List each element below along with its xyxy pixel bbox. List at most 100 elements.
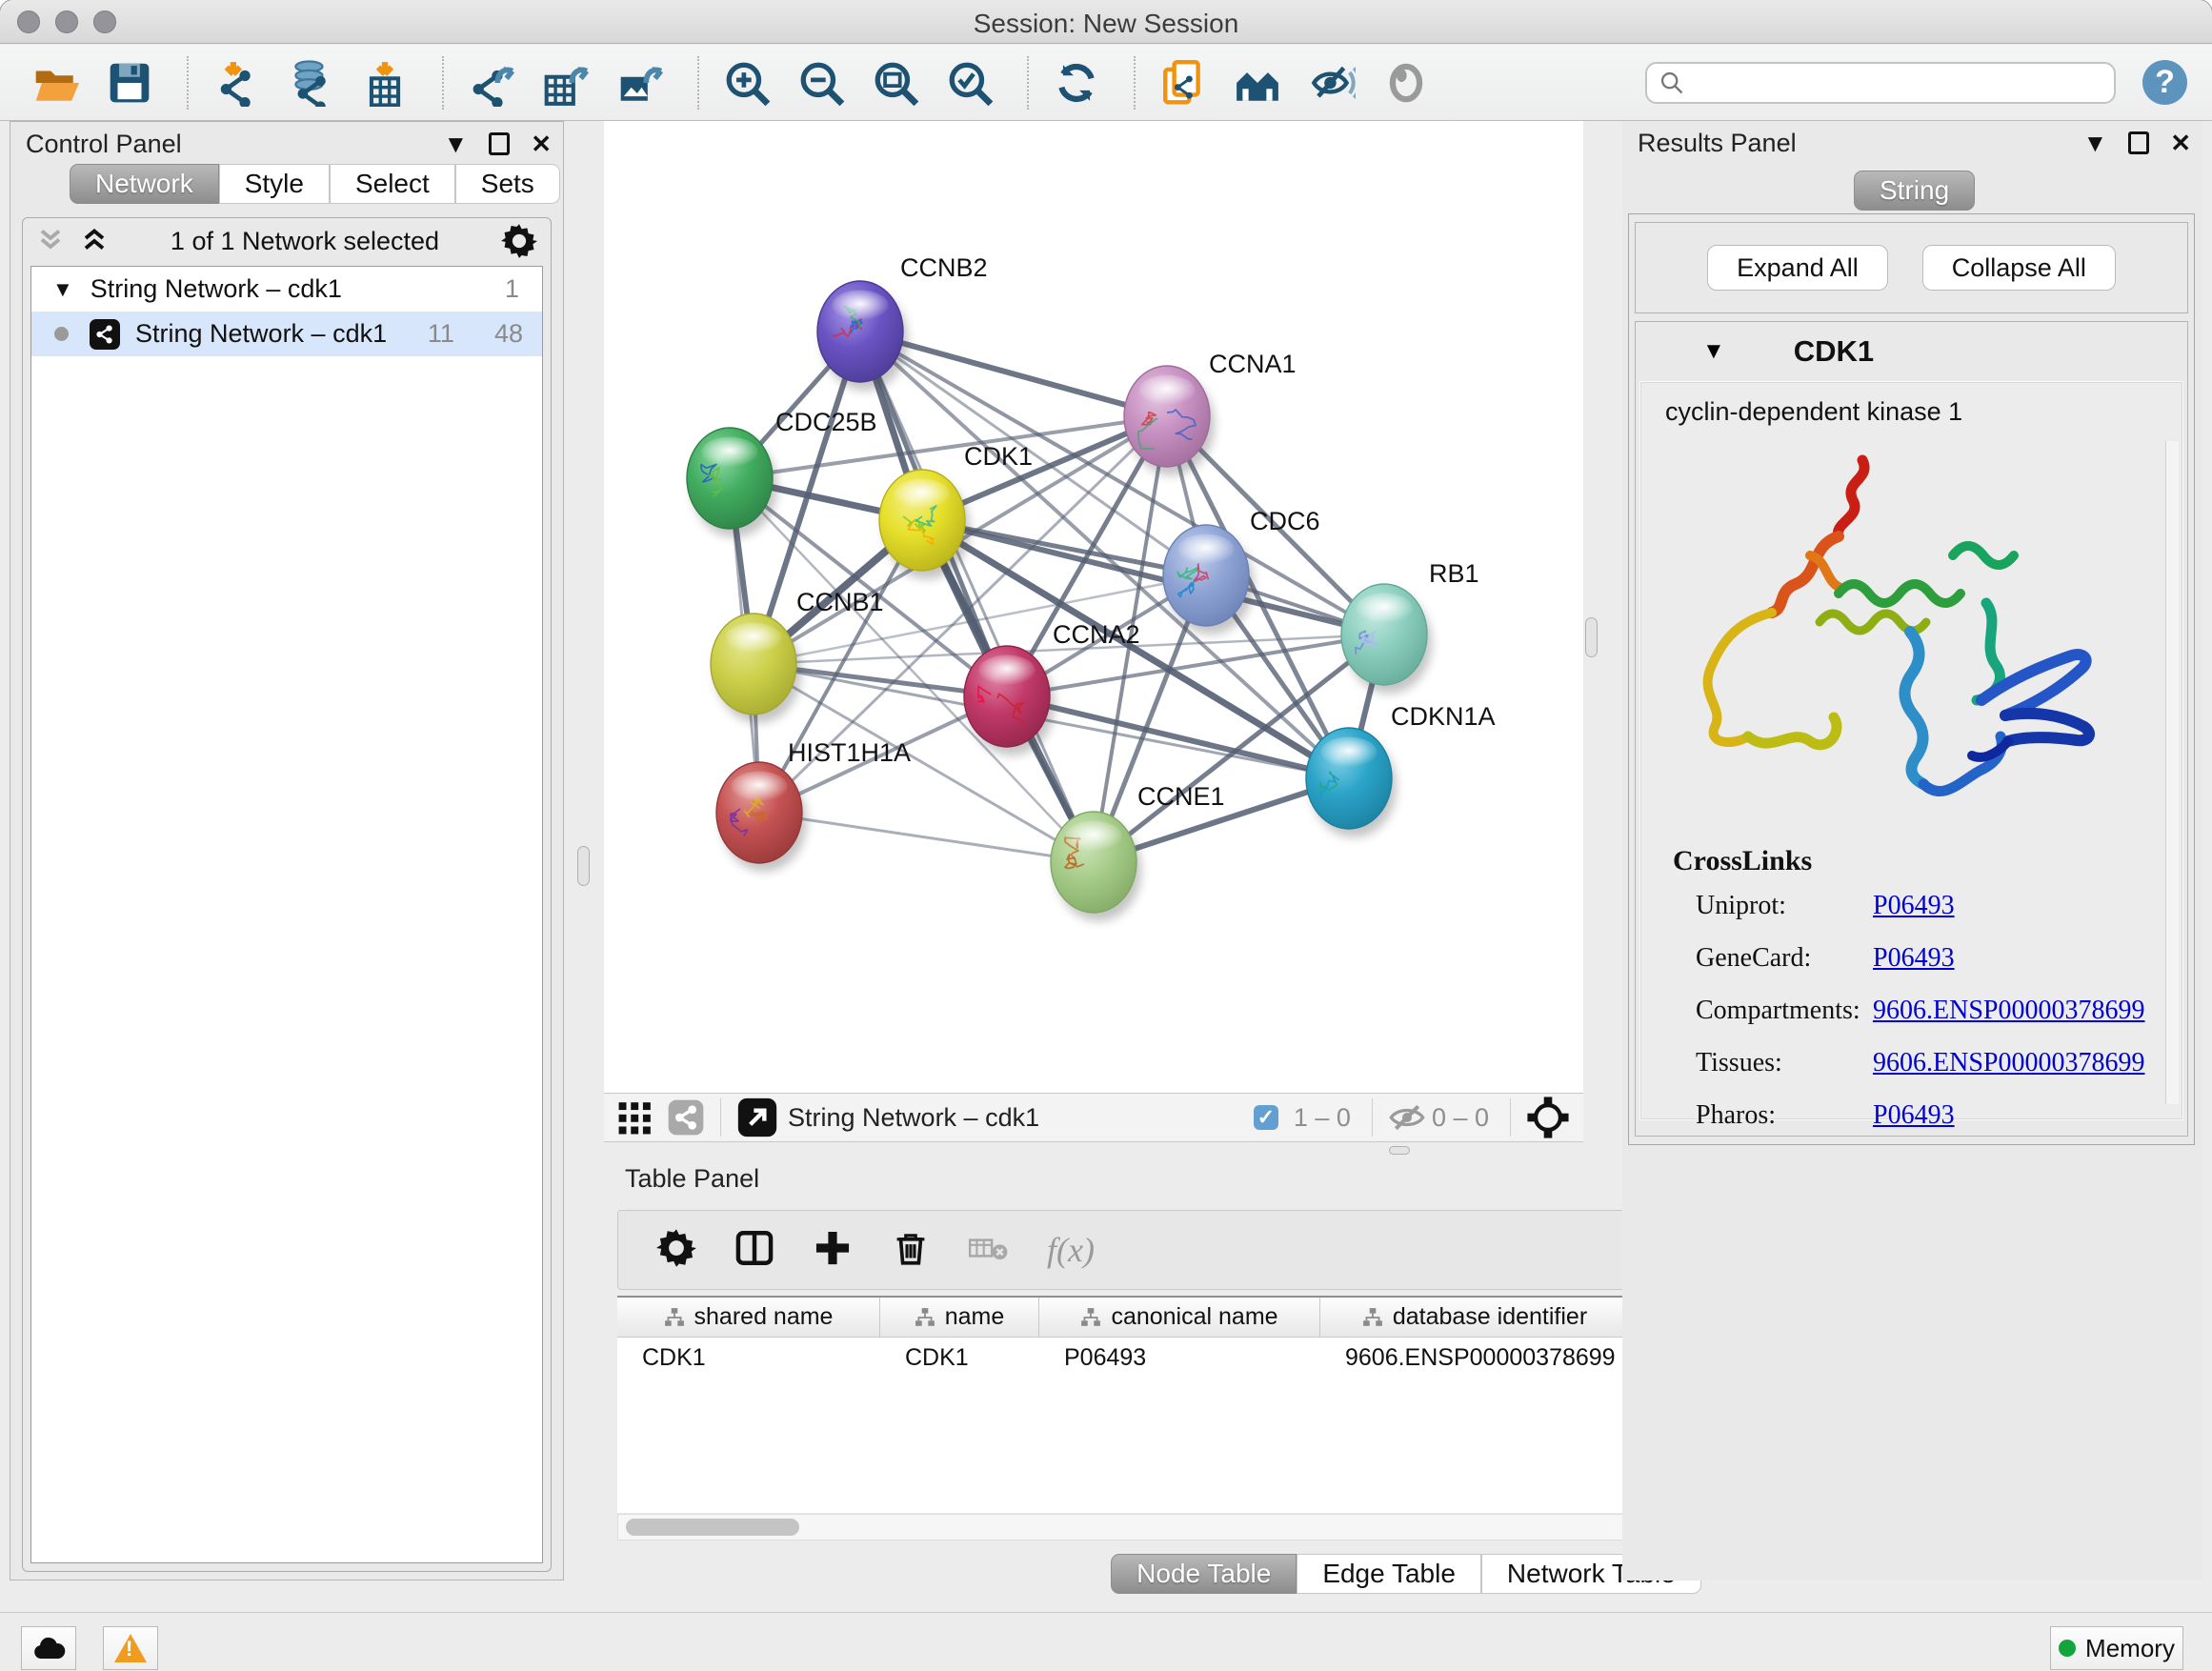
node-label-cdc6: CDC6 bbox=[1250, 507, 1320, 535]
node-gloss bbox=[731, 772, 787, 802]
column-header-canonical-name[interactable]: canonical name bbox=[1039, 1298, 1320, 1338]
table-settings-gear-icon[interactable] bbox=[656, 1228, 696, 1273]
tab-network[interactable]: Network bbox=[70, 164, 219, 204]
collapse-all-button[interactable]: Collapse All bbox=[1922, 245, 2116, 291]
table-cell[interactable]: CDK1 bbox=[880, 1338, 1039, 1378]
hide-selected-button[interactable] bbox=[1305, 55, 1358, 111]
tab-select[interactable]: Select bbox=[330, 164, 455, 204]
zoom-out-button[interactable] bbox=[794, 55, 848, 111]
memory-button[interactable]: Memory bbox=[2050, 1626, 2183, 1670]
panel-float-icon[interactable] bbox=[489, 132, 510, 155]
warning-button[interactable] bbox=[103, 1626, 158, 1670]
column-header-database-identifier[interactable]: database identifier bbox=[1320, 1298, 1630, 1338]
table-cell[interactable]: CDK1 bbox=[617, 1338, 880, 1378]
select-columns-icon[interactable] bbox=[734, 1228, 774, 1273]
show-all-button[interactable] bbox=[1379, 55, 1433, 111]
crosslink-link[interactable]: 9606.ENSP00000378699 bbox=[1873, 996, 2144, 1026]
zoom-selected-button[interactable] bbox=[943, 55, 996, 111]
expand-all-icon[interactable] bbox=[80, 225, 109, 257]
collapse-all-icon[interactable] bbox=[36, 225, 65, 257]
crosslink-label: Compartments: bbox=[1696, 996, 1873, 1026]
refresh-layout-button[interactable] bbox=[1050, 55, 1103, 111]
network-row[interactable]: String Network – cdk1 11 48 bbox=[31, 312, 542, 356]
table-cell[interactable]: P06493 bbox=[1039, 1338, 1320, 1378]
node-rb1[interactable]: RB1 bbox=[1341, 559, 1479, 694]
panel-close-icon[interactable]: ✕ bbox=[2170, 131, 2191, 155]
cdk1-section-header[interactable]: ▼ CDK1 bbox=[1636, 322, 2187, 381]
panel-float-icon[interactable] bbox=[2128, 131, 2149, 154]
node-cdkn1a[interactable]: CDKN1A bbox=[1306, 702, 1496, 837]
import-network-button[interactable] bbox=[210, 55, 263, 111]
detach-view-icon[interactable] bbox=[736, 1097, 778, 1138]
save-session-button[interactable] bbox=[103, 55, 156, 111]
expand-all-button[interactable]: Expand All bbox=[1707, 245, 1888, 291]
edge-hist1h1a-ccne1[interactable] bbox=[759, 813, 1094, 862]
open-file-icon bbox=[31, 59, 79, 107]
crosslink-link[interactable]: 9606.ENSP00000378699 bbox=[1873, 1048, 2144, 1078]
node-label-cdkn1a: CDKN1A bbox=[1391, 702, 1496, 731]
first-neighbors-button[interactable] bbox=[1231, 55, 1284, 111]
tab-sets[interactable]: Sets bbox=[455, 164, 560, 204]
app-window: Session: New Session ? Control Panel ▼ ✕… bbox=[0, 0, 2212, 1671]
results-panel-title: Results Panel bbox=[1638, 129, 1797, 158]
tab-node-table[interactable]: Node Table bbox=[1111, 1554, 1297, 1594]
memory-label: Memory bbox=[2085, 1634, 2175, 1663]
import-table-button[interactable] bbox=[358, 55, 412, 111]
birdseye-icon[interactable] bbox=[1526, 1096, 1570, 1139]
bottom-splitter-handle[interactable] bbox=[1389, 1146, 1410, 1155]
node-hist1h1a[interactable]: HIST1H1A bbox=[716, 738, 911, 872]
table-hscrollbar-thumb[interactable] bbox=[626, 1519, 799, 1536]
network-list: ▼ String Network – cdk1 1 String Network… bbox=[30, 266, 543, 1563]
node-count: 11 bbox=[428, 319, 454, 349]
delete-column-icon[interactable] bbox=[891, 1228, 931, 1273]
cloud-button[interactable] bbox=[21, 1626, 76, 1670]
search-box[interactable] bbox=[1645, 62, 2116, 104]
help-button[interactable]: ? bbox=[2142, 60, 2187, 105]
collection-caret-icon[interactable]: ▼ bbox=[52, 277, 73, 302]
add-column-icon[interactable] bbox=[813, 1228, 853, 1273]
protein-structure-image bbox=[1667, 441, 2115, 832]
import-database-button[interactable] bbox=[284, 55, 337, 111]
tab-style[interactable]: Style bbox=[219, 164, 330, 204]
node-gloss bbox=[978, 655, 1035, 686]
network-collection-row[interactable]: ▼ String Network – cdk1 1 bbox=[31, 267, 542, 312]
panel-menu-icon[interactable]: ▼ bbox=[2082, 131, 2107, 155]
open-file-button[interactable] bbox=[29, 55, 82, 111]
column-header-name[interactable]: name bbox=[880, 1298, 1039, 1338]
node-label-rb1: RB1 bbox=[1429, 559, 1479, 588]
gear-icon[interactable] bbox=[501, 223, 537, 259]
export-network-button[interactable] bbox=[465, 55, 518, 111]
network-canvas[interactable]: CCNB2CCNA1CDC25BCDK1CDC6RB1CCNB1CCNA2CDK… bbox=[604, 121, 1583, 1093]
selected-checkbox-icon[interactable]: ✓ bbox=[1254, 1105, 1278, 1130]
grid-view-icon[interactable] bbox=[617, 1099, 654, 1136]
crosslink-link[interactable]: P06493 bbox=[1873, 891, 2144, 921]
export-table-button[interactable] bbox=[539, 55, 593, 111]
node-label-ccna1: CCNA1 bbox=[1209, 350, 1297, 378]
crosslink-link[interactable]: P06493 bbox=[1873, 943, 2144, 974]
tab-edge-table[interactable]: Edge Table bbox=[1297, 1554, 1481, 1594]
zoom-in-button[interactable] bbox=[720, 55, 774, 111]
table-cell[interactable]: 9606.ENSP00000378699 bbox=[1320, 1338, 1630, 1378]
search-input[interactable] bbox=[1695, 68, 2102, 97]
node-ccne1[interactable]: CCNE1 bbox=[1051, 782, 1225, 921]
crosslink-link[interactable]: P06493 bbox=[1873, 1100, 2144, 1131]
import-network-icon bbox=[212, 59, 260, 107]
delete-table-icon bbox=[969, 1228, 1009, 1273]
toolbar-separator bbox=[697, 56, 699, 110]
panel-menu-icon[interactable]: ▼ bbox=[443, 131, 468, 156]
node-ccnb1[interactable]: CCNB1 bbox=[711, 588, 884, 723]
control-panel-title: Control Panel bbox=[26, 130, 182, 159]
panel-close-icon[interactable]: ✕ bbox=[531, 131, 552, 156]
column-header-shared-name[interactable]: shared name bbox=[617, 1298, 880, 1338]
zoom-fit-button[interactable] bbox=[869, 55, 922, 111]
export-image-button[interactable] bbox=[613, 55, 667, 111]
node-label-ccnb2: CCNB2 bbox=[900, 253, 988, 282]
network-view-icon[interactable] bbox=[667, 1098, 705, 1137]
left-splitter-handle[interactable] bbox=[577, 846, 590, 886]
clone-network-button[interactable] bbox=[1156, 55, 1210, 111]
section-caret-icon[interactable]: ▼ bbox=[1702, 338, 1725, 365]
results-vscrollbar[interactable] bbox=[2165, 441, 2179, 1104]
edge-ccnb2-ccne1[interactable] bbox=[860, 332, 1094, 862]
right-splitter-handle[interactable] bbox=[1585, 617, 1598, 657]
tab-string[interactable]: String bbox=[1854, 171, 1975, 211]
